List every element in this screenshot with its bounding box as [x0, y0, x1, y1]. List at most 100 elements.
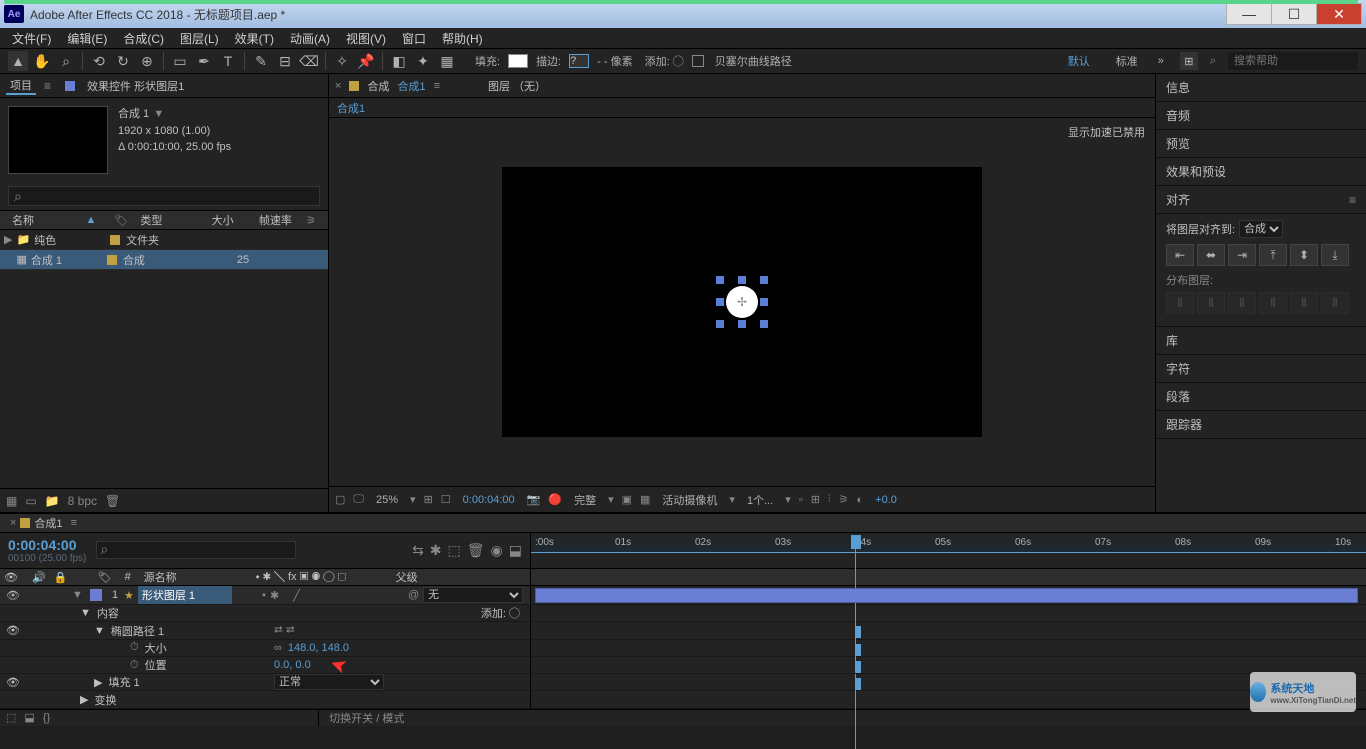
col-tag-icon[interactable]: 🏷	[108, 214, 134, 227]
resolution[interactable]: 完整	[570, 492, 600, 508]
workspace-default[interactable]: 默认	[1058, 53, 1100, 69]
tl-footer-icon-2[interactable]: ⬓	[24, 711, 34, 724]
panel-preview[interactable]: 预览	[1156, 130, 1366, 158]
interpret-icon[interactable]: ▦	[6, 494, 17, 508]
handle-tl[interactable]	[716, 276, 724, 284]
keyframe-marker[interactable]	[855, 661, 861, 673]
handle-tr[interactable]	[760, 276, 768, 284]
align-bottom-button[interactable]: ⤓	[1321, 244, 1349, 266]
keyframe-marker[interactable]	[855, 644, 861, 656]
clone-tool[interactable]: ⊟	[275, 51, 295, 71]
tl-icon-3[interactable]: ⬚	[448, 542, 461, 559]
menu-help[interactable]: 帮助(H)	[434, 30, 491, 47]
transform-expand-toggle[interactable]: ▶	[80, 693, 88, 706]
ellipse-expand-toggle[interactable]: ▼	[94, 625, 105, 637]
composition-canvas[interactable]: ✢	[502, 167, 982, 437]
panel-tracker[interactable]: 跟踪器	[1156, 411, 1366, 439]
col-fps[interactable]: 帧速率	[253, 212, 300, 228]
handle-r[interactable]	[760, 298, 768, 306]
size-value[interactable]: 148.0, 148.0	[288, 642, 349, 654]
prop-ellipse-path[interactable]: 椭圆路径 1	[111, 623, 164, 639]
position-value[interactable]: 0.0, 0.0	[274, 659, 311, 671]
view1-icon[interactable]: ▫	[799, 494, 803, 506]
fill-blend-select[interactable]: 正常	[274, 674, 384, 690]
search-toggle-icon[interactable]: ⊞	[1180, 52, 1198, 70]
type-tool[interactable]: T	[218, 51, 238, 71]
layer-duration-bar[interactable]	[535, 588, 1358, 603]
viewer-time[interactable]: 0:00:04:00	[459, 494, 519, 506]
ellipse-shape[interactable]: ✢	[726, 286, 758, 318]
stroke-swatch[interactable]: ?	[569, 54, 589, 68]
view2-icon[interactable]: ⊞	[811, 493, 820, 506]
menu-view[interactable]: 视图(V)	[338, 30, 394, 47]
star-tool[interactable]: ✦	[413, 51, 433, 71]
flowchart-icon[interactable]: ⚞	[300, 214, 322, 227]
trash-icon[interactable]: 🗑	[105, 494, 120, 508]
group-visibility-toggle[interactable]: 👁	[6, 624, 20, 637]
menu-animation[interactable]: 动画(A)	[282, 30, 338, 47]
project-search-input[interactable]	[8, 186, 320, 206]
parent-select[interactable]: 无	[423, 587, 523, 603]
new-folder-icon[interactable]: 📁	[45, 494, 60, 508]
size-link-icon[interactable]: ⮂ ⮂	[274, 624, 295, 637]
anchor-tool[interactable]: ⊕	[137, 51, 157, 71]
handle-bl[interactable]	[716, 320, 724, 328]
playhead[interactable]	[851, 535, 861, 549]
align-hcenter-button[interactable]: ⬌	[1197, 244, 1225, 266]
tl-icon-6[interactable]: ⬓	[509, 542, 522, 559]
tl-footer-icon-1[interactable]: ⬚	[6, 711, 16, 724]
panel-info[interactable]: 信息	[1156, 74, 1366, 102]
menu-composition[interactable]: 合成(C)	[115, 30, 172, 47]
bezier-checkbox[interactable]	[692, 55, 704, 67]
contents-expand-toggle[interactable]: ▼	[80, 607, 91, 619]
add-label[interactable]: 添加: ◯	[645, 53, 684, 69]
brush-tool[interactable]: ✎	[251, 51, 271, 71]
col-type[interactable]: 类型	[134, 212, 205, 228]
menu-layer[interactable]: 图层(L)	[172, 30, 227, 47]
tl-icon-5[interactable]: ◉	[491, 542, 503, 559]
panel-library[interactable]: 库	[1156, 327, 1366, 355]
workspace-standard[interactable]: 标准	[1116, 53, 1138, 69]
col-lock-icon[interactable]: 🔒	[50, 571, 94, 584]
puppet-tool[interactable]: 📌	[356, 51, 376, 71]
menu-effect[interactable]: 效果(T)	[227, 30, 282, 47]
panel-paragraph[interactable]: 段落	[1156, 383, 1366, 411]
tl-icon-1[interactable]: ⇆	[412, 542, 424, 559]
layer-color-icon[interactable]	[90, 589, 102, 601]
close-button[interactable]: ✕	[1316, 3, 1362, 25]
exposure-value[interactable]: +0.0	[871, 494, 901, 506]
panel-menu-icon[interactable]: ≡	[1349, 193, 1356, 207]
col-name[interactable]: 名称 ▲	[0, 212, 108, 228]
tab-layer-none[interactable]: 图层 （无）	[488, 78, 546, 94]
workspace-more[interactable]: »	[1158, 55, 1164, 67]
zoom-tool[interactable]: ⌕	[56, 51, 76, 71]
tab-composition[interactable]: 合成	[367, 78, 389, 94]
panel-menu-icon[interactable]: ≡	[67, 517, 81, 529]
timeline-search-input[interactable]	[96, 541, 296, 559]
orbit-tool[interactable]: ⟲	[89, 51, 109, 71]
keyframe-marker[interactable]	[855, 678, 861, 690]
project-row-folder[interactable]: ▶ 📁 纯色 文件夹	[0, 230, 328, 250]
transparency-icon[interactable]: ▦	[640, 493, 650, 506]
pen-tool[interactable]: ✒	[194, 51, 214, 71]
grid-tool[interactable]: ▦	[437, 51, 457, 71]
minimize-button[interactable]: —	[1226, 3, 1272, 25]
shape-selected[interactable]: ✢	[726, 286, 758, 318]
col-switches[interactable]: ⬩ ✱ ╲ fx ▣ ◉ ◯ ⬚	[252, 571, 392, 584]
view3-icon[interactable]: ⫶	[828, 493, 831, 506]
views-select[interactable]: 1个...	[743, 492, 777, 508]
col-size[interactable]: 大小	[206, 212, 253, 228]
tab-comp-name[interactable]: 合成1	[397, 78, 425, 94]
panel-effects-presets[interactable]: 效果和预设	[1156, 158, 1366, 186]
col-audio-icon[interactable]: 🔊	[28, 571, 50, 584]
layer-name[interactable]: 形状图层 1	[138, 586, 232, 604]
link-icon[interactable]: ∞	[274, 642, 282, 654]
comp-subtab-name[interactable]: 合成1	[337, 100, 365, 116]
roto-tool[interactable]: ✧	[332, 51, 352, 71]
comp-thumbnail[interactable]	[8, 106, 108, 174]
panel-menu-icon[interactable]: ≡	[434, 80, 440, 92]
fill-visibility-toggle[interactable]: 👁	[6, 676, 20, 689]
bit-depth[interactable]: 8 bpc	[68, 494, 97, 508]
work-area-bar[interactable]	[4, 0, 1358, 4]
handle-b[interactable]	[738, 320, 746, 328]
